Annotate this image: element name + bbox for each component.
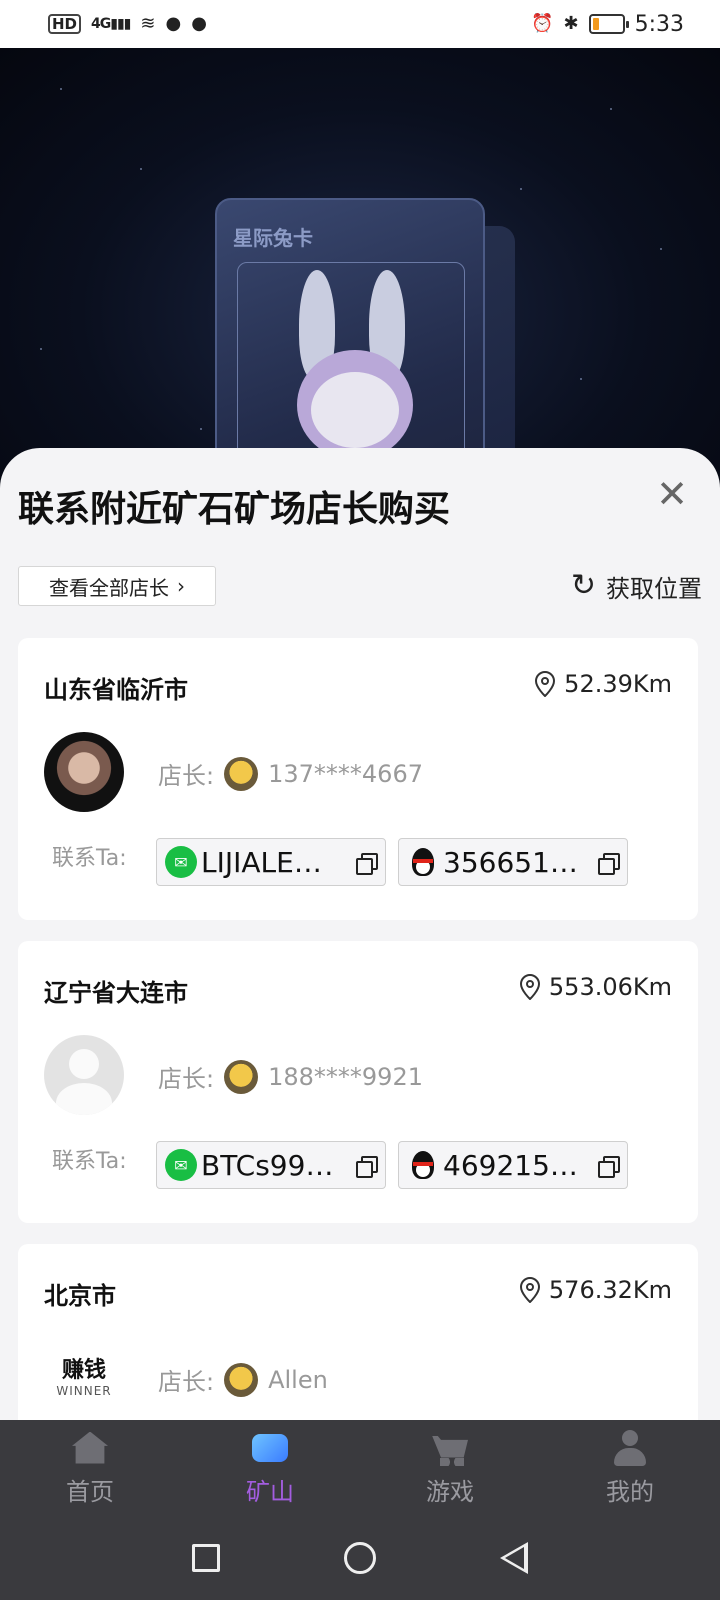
brand-avatar: 赚钱 WINNER [44, 1338, 124, 1418]
sheet-title: 联系附近矿石矿场店长购买 [18, 489, 451, 530]
tab-label: 矿山 [246, 1477, 294, 1506]
tab-label: 首页 [66, 1477, 114, 1506]
avatar [44, 732, 124, 812]
chevron-right-icon: › [177, 574, 185, 598]
mine-icon [248, 1430, 292, 1466]
view-all-owners-button[interactable]: 查看全部店长 › [18, 566, 216, 606]
tab-games[interactable]: 游戏 [360, 1420, 540, 1516]
qq-icon [407, 846, 439, 878]
qq-id: 469215… [443, 1148, 578, 1182]
wechat-id: LIJIALE… [201, 845, 322, 879]
copy-icon[interactable] [597, 851, 620, 875]
location-pin-icon [519, 974, 540, 1000]
copy-icon[interactable] [355, 1154, 378, 1178]
get-location-button[interactable]: ↻ 获取位置 [571, 566, 702, 606]
bluetooth-icon: ✱ [563, 13, 579, 34]
view-all-label: 查看全部店长 [49, 575, 169, 600]
contact-label: 联系Ta: [52, 1149, 127, 1174]
brand-avatar-subtext: WINNER [56, 1384, 112, 1398]
wechat-icon: ✉ [165, 846, 197, 878]
home-button[interactable] [344, 1542, 376, 1574]
distance-value: 553.06Km [548, 973, 672, 1001]
location-pin-icon [535, 671, 556, 697]
alarm-icon: ⏰ [531, 13, 554, 34]
distance-value: 576.32Km [548, 1276, 672, 1304]
mascot-icon [224, 1362, 259, 1397]
owner-label: 店长: [158, 1065, 215, 1093]
system-nav-bar [0, 1516, 720, 1600]
clock: 5:33 [634, 11, 684, 37]
owner-info: 店长: 137****4667 [158, 756, 423, 791]
shop-city: 辽宁省大连市 [44, 979, 188, 1007]
get-location-label: 获取位置 [606, 574, 702, 603]
wechat-copy-chip[interactable]: ✉ BTCs99… [156, 1141, 386, 1189]
rabbit-card-image: 星际兔卡 [215, 198, 485, 488]
battery-icon [588, 14, 629, 34]
shop-city: 山东省临沂市 [44, 676, 188, 704]
wechat-icon: ✉ [165, 1149, 197, 1181]
shop-card: 山东省临沂市 52.39Km 店长: 137****4667 联系Ta: ✉ L… [18, 638, 698, 920]
back-button[interactable] [500, 1542, 528, 1574]
shop-distance: 52.39Km [534, 670, 672, 698]
qq-copy-chip[interactable]: 469215… [398, 1141, 628, 1189]
profile-icon [608, 1429, 652, 1466]
wifi-icon: ≋ [140, 13, 156, 34]
copy-icon[interactable] [597, 1154, 620, 1178]
owner-info: 店长: 188****9921 [158, 1059, 423, 1094]
owner-phone: 188****9921 [268, 1062, 423, 1091]
contact-label: 联系Ta: [52, 846, 127, 871]
distance-value: 52.39Km [564, 670, 672, 698]
mascot-icon [224, 1059, 259, 1094]
owner-label: 店长: [158, 762, 215, 790]
owner-name: Allen [268, 1365, 328, 1394]
wechat-notification-icon: ● [191, 13, 207, 34]
status-bar: HD 4G▮▮▮ ≋ ● ● ⏰ ✱ 5:33 [0, 0, 720, 48]
shop-city: 北京市 [44, 1282, 116, 1310]
owner-label: 店长: [158, 1368, 215, 1396]
wechat-id: BTCs99… [201, 1148, 334, 1182]
location-pin-icon [519, 1277, 540, 1303]
signal-icon: 4G▮▮▮ [91, 16, 131, 32]
tab-label: 游戏 [426, 1477, 474, 1506]
wechat-copy-chip[interactable]: ✉ LIJIALE… [156, 838, 386, 886]
hd-icon: HD [48, 14, 82, 34]
card-logo-text: 星际兔卡 [233, 226, 313, 250]
tab-mine[interactable]: 矿山 [180, 1420, 360, 1516]
recent-apps-button[interactable] [192, 1544, 220, 1572]
shop-card: 辽宁省大连市 553.06Km 店长: 188****9921 联系Ta: ✉ … [18, 941, 698, 1223]
brand-avatar-text: 赚钱 [61, 1358, 106, 1383]
shop-card: 北京市 576.32Km 赚钱 WINNER 店长: Allen [18, 1244, 698, 1420]
home-icon [68, 1430, 112, 1466]
qq-copy-chip[interactable]: 356651… [398, 838, 628, 886]
network-type: 4G [91, 16, 111, 32]
bottom-tab-bar: 首页 矿山 游戏 我的 [0, 1420, 720, 1516]
owner-phone: 137****4667 [268, 759, 423, 788]
tab-home[interactable]: 首页 [0, 1420, 180, 1516]
tab-label: 我的 [606, 1477, 654, 1506]
close-icon[interactable]: ✕ [654, 475, 690, 513]
tab-profile[interactable]: 我的 [540, 1420, 720, 1516]
qq-id: 356651… [443, 845, 578, 879]
cart-icon [428, 1430, 472, 1466]
shop-distance: 576.32Km [519, 1276, 672, 1304]
owner-info: 店长: Allen [158, 1362, 328, 1397]
shop-distance: 553.06Km [519, 973, 672, 1001]
mascot-icon [224, 756, 259, 791]
refresh-icon: ↻ [570, 568, 596, 603]
default-avatar [44, 1035, 124, 1115]
copy-icon[interactable] [355, 851, 378, 875]
qq-icon [407, 1149, 439, 1181]
wechat-notification-icon: ● [165, 13, 182, 34]
shop-owner-sheet: 联系附近矿石矿场店长购买 ✕ 查看全部店长 › ↻ 获取位置 山东省临沂市 52… [0, 448, 720, 1420]
hero-banner: 星际兔卡 [0, 48, 720, 488]
